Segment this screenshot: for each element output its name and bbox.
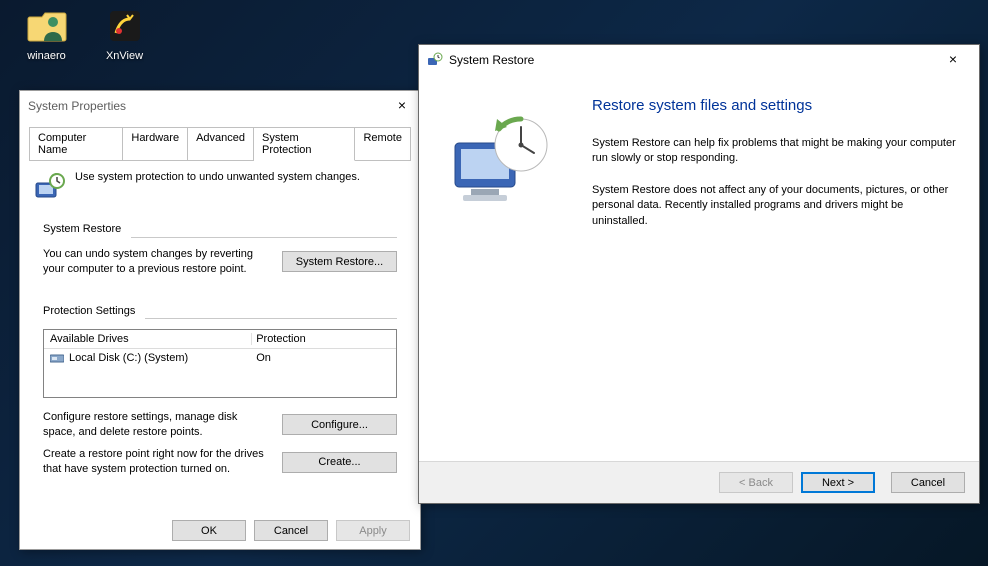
window-title: System Properties [28,99,390,113]
window-title: System Restore [449,53,933,67]
wizard-graphic-pane [419,75,584,461]
wizard-paragraph: System Restore does not affect any of yo… [592,183,957,229]
tabs: Computer Name Hardware Advanced System P… [29,127,411,161]
back-button[interactable]: < Back [719,472,793,493]
column-header-drives[interactable]: Available Drives [50,333,247,345]
desktop-icon-label: XnView [92,50,157,62]
create-description: Create a restore point right now for the… [43,447,270,477]
titlebar[interactable]: System Restore × [419,45,979,75]
drive-name: Local Disk (C:) (System) [69,352,188,364]
next-button[interactable]: Next > [801,472,875,493]
window-system-properties: System Properties × Computer Name Hardwa… [19,90,421,550]
column-header-protection[interactable]: Protection [256,333,390,345]
tab-remote[interactable]: Remote [355,127,411,160]
dialog-buttons: OK Cancel Apply [20,511,420,550]
folder-person-icon [26,5,68,47]
desktop-icon-winaero[interactable]: winaero [14,5,79,62]
restore-description: You can undo system changes by reverting… [43,247,270,277]
close-button[interactable]: × [933,49,973,71]
configure-description: Configure restore settings, manage disk … [43,410,270,440]
tab-system-protection[interactable]: System Protection [254,127,355,161]
system-restore-button[interactable]: System Restore... [282,251,397,272]
ok-button[interactable]: OK [172,520,246,541]
cancel-button[interactable]: Cancel [254,520,328,541]
group-title: Protection Settings [43,305,139,317]
drive-icon [50,352,64,364]
apply-button[interactable]: Apply [336,520,410,541]
group-title: System Restore [43,223,125,235]
wizard-heading: Restore system files and settings [592,97,957,114]
drive-protection: On [256,352,390,364]
window-system-restore: System Restore × Restore system files an… [418,44,980,504]
cancel-button[interactable]: Cancel [891,472,965,493]
group-system-restore: System Restore You can undo system chang… [33,221,407,295]
desktop-icon-xnview[interactable]: XnView [92,5,157,62]
wizard-buttons: < Back Next > Cancel [419,461,979,503]
desktop-icon-label: winaero [14,50,79,62]
tab-hardware[interactable]: Hardware [123,127,188,160]
shield-restore-icon [33,171,65,203]
table-row[interactable]: Local Disk (C:) (System) On [44,349,396,367]
titlebar[interactable]: System Properties × [20,91,420,121]
close-button[interactable]: × [390,95,414,117]
tab-computer-name[interactable]: Computer Name [29,127,123,160]
xnview-icon [104,5,146,47]
create-button[interactable]: Create... [282,452,397,473]
wizard-paragraph: System Restore can help fix problems tha… [592,136,957,167]
hint-text: Use system protection to undo unwanted s… [75,171,360,183]
restore-icon [427,52,443,68]
restore-graphic-icon [447,109,557,219]
drives-table: Available Drives Protection Local Disk (… [43,329,397,398]
tab-advanced[interactable]: Advanced [188,127,254,160]
group-protection-settings: Protection Settings Available Drives Pro… [33,303,407,495]
configure-button[interactable]: Configure... [282,414,397,435]
